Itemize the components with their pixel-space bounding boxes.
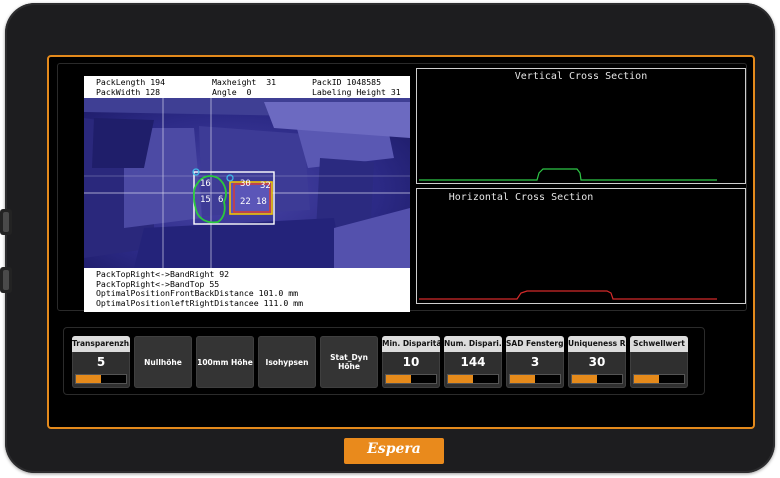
control-label: SAD Fensterg... xyxy=(506,336,564,352)
region-label: 30 xyxy=(240,179,251,189)
region-label: 15 xyxy=(200,195,211,205)
region-label: 22 xyxy=(240,197,251,207)
control-value: 3 xyxy=(530,355,540,369)
vertical-section-line xyxy=(419,168,717,181)
control-slider[interactable] xyxy=(571,374,623,384)
horizontal-section-line xyxy=(419,290,717,300)
left-right-distance: OptimalPositionleftRightDistancee 111.0 … xyxy=(96,297,304,308)
button-label: Stat_Dyn Höhe xyxy=(330,353,368,371)
control-value: 5 xyxy=(96,355,106,369)
uniqueness-ratio-control[interactable]: Uniqueness R... 30 xyxy=(568,336,626,388)
labeling-height-label: Labeling Height 31 xyxy=(312,86,401,97)
control-value: 144 xyxy=(460,355,486,369)
control-label: Min. Disparität xyxy=(382,336,440,352)
control-slider[interactable] xyxy=(447,374,499,384)
horizontal-cross-section-panel: Horizontal Cross Section xyxy=(416,188,746,304)
control-label: Uniqueness R... xyxy=(568,336,626,352)
control-slider[interactable] xyxy=(385,374,437,384)
region-label: 6 xyxy=(218,195,224,205)
control-value: 30 xyxy=(588,355,606,369)
control-label: Transparenzh... xyxy=(72,336,130,352)
region-label: 16 xyxy=(200,179,211,189)
slider-fill xyxy=(76,375,101,383)
control-slider[interactable] xyxy=(509,374,561,384)
control-label: Schwellwert xyxy=(630,336,688,352)
camera-image[interactable]: 16 30 15 6 22 18 32 xyxy=(84,98,410,268)
control-slider[interactable] xyxy=(633,374,685,384)
control-slider[interactable] xyxy=(75,374,127,384)
control-label: Num. Dispari... xyxy=(444,336,502,352)
vertical-cross-section-panel: Vertical Cross Section xyxy=(416,68,746,184)
region-label: 32 xyxy=(260,181,271,191)
control-bar: Transparenzh... 5 Nullhöhe 100mm Höhe Is… xyxy=(63,327,705,395)
connector-port xyxy=(0,267,12,293)
pack-width-label: PackWidth 128 xyxy=(96,86,161,97)
brand-name: Espera xyxy=(367,441,421,457)
view-panel-frame: PackLength 194 Maxheight 31 PackID 10485… xyxy=(57,63,747,312)
display-screen: PackLength 194 Maxheight 31 PackID 10485… xyxy=(47,55,755,429)
100mm-height-button[interactable]: 100mm Höhe xyxy=(196,336,254,388)
slider-fill xyxy=(510,375,535,383)
slider-fill xyxy=(634,375,659,383)
tablet-device: PackLength 194 Maxheight 31 PackID 10485… xyxy=(0,3,775,473)
button-label: 100mm Höhe xyxy=(197,357,253,367)
angle-label: Angle 0 xyxy=(212,86,252,97)
slider-fill xyxy=(572,375,597,383)
transparency-control[interactable]: Transparenzh... 5 xyxy=(72,336,130,388)
null-height-button[interactable]: Nullhöhe xyxy=(134,336,192,388)
slider-fill xyxy=(448,375,473,383)
espera-logo: Espera xyxy=(344,438,444,464)
num-disparity-control[interactable]: Num. Dispari... 144 xyxy=(444,336,502,388)
slider-fill xyxy=(386,375,411,383)
button-label: Nullhöhe xyxy=(144,357,182,367)
threshold-control[interactable]: Schwellwert xyxy=(630,336,688,388)
isohypsen-button[interactable]: Isohypsen xyxy=(258,336,316,388)
min-disparity-control[interactable]: Min. Disparität 10 xyxy=(382,336,440,388)
region-label: 18 xyxy=(256,197,267,207)
control-value: 10 xyxy=(402,355,420,369)
connector-port xyxy=(0,209,12,235)
stat-dyn-height-button[interactable]: Stat_Dyn Höhe xyxy=(320,336,378,388)
sad-window-control[interactable]: SAD Fensterg... 3 xyxy=(506,336,564,388)
button-label: Isohypsen xyxy=(265,357,309,367)
